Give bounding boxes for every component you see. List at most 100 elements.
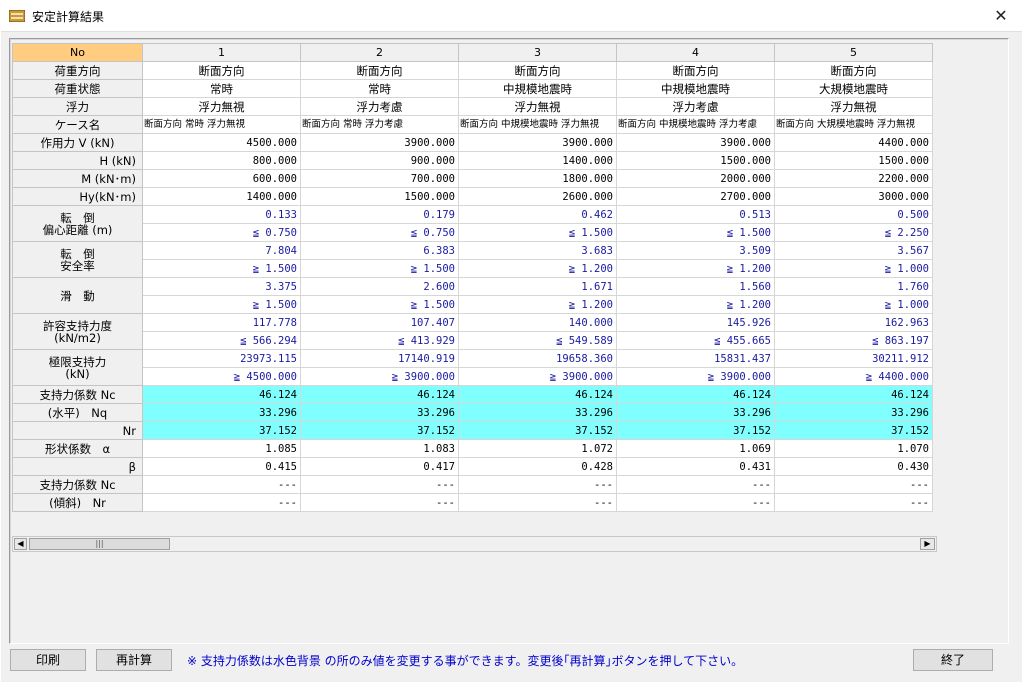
column-header[interactable]: 3 xyxy=(458,43,617,62)
table-cell[interactable]: 46.124 xyxy=(616,385,775,404)
table-cell: 15831.437 xyxy=(616,349,775,368)
table-cell: 中規模地震時 xyxy=(616,79,775,98)
table-cell: ≦ 0.750 xyxy=(300,223,459,242)
table-cell: 30211.912 xyxy=(774,349,933,368)
table-cell[interactable]: 33.296 xyxy=(458,403,617,422)
column-header[interactable]: 5 xyxy=(774,43,933,62)
recalc-button[interactable]: 再計算 xyxy=(96,649,172,671)
table-cell: 3000.000 xyxy=(774,187,933,206)
table-cell[interactable]: 33.296 xyxy=(142,403,301,422)
column-header[interactable]: 4 xyxy=(616,43,775,62)
scroll-thumb[interactable]: ||| xyxy=(29,538,170,550)
table-cell: 700.000 xyxy=(300,169,459,188)
table-cell: 断面方向 xyxy=(142,61,301,80)
table-cell: 0.179 xyxy=(300,205,459,224)
table-row: 支持力係数 Nc 46.124 46.124 46.124 46.124 46.124 xyxy=(12,385,933,404)
row-header: 浮力 xyxy=(12,97,143,116)
table-cell: ≦ 413.929 xyxy=(300,331,459,350)
row-header: 極限支持力 (kN) xyxy=(12,349,143,386)
table-row: (水平) Nq 33.296 33.296 33.296 33.296 33.296 xyxy=(12,403,933,422)
table-cell: 断面方向 中規模地震時 浮力考慮 xyxy=(616,115,775,134)
results-grid[interactable]: No 1 2 3 4 5 荷重方向 断面方向 断面方向 断面方向 断面方向 断面方向 荷重状態 常時 常時中… xyxy=(12,43,937,535)
table-cell: ≧ 1.200 xyxy=(616,259,775,278)
table-cell: --- xyxy=(616,475,775,494)
table-cell: ≧ 3900.000 xyxy=(616,367,775,386)
table-cell: 162.963 xyxy=(774,313,933,332)
table-cell[interactable]: 33.296 xyxy=(774,403,933,422)
table-row: Nr 37.152 37.152 37.152 37.152 37.152 xyxy=(12,421,933,440)
scroll-right-icon[interactable]: ▶ xyxy=(920,538,935,550)
table-cell: 0.431 xyxy=(616,457,775,476)
table-cell: ≦ 1.500 xyxy=(616,223,775,242)
table-cell: 2000.000 xyxy=(616,169,775,188)
table-cell[interactable]: 37.152 xyxy=(774,421,933,440)
table-cell[interactable]: 37.152 xyxy=(616,421,775,440)
table-cell: 600.000 xyxy=(142,169,301,188)
table-cell: ≧ 1.500 xyxy=(142,295,301,314)
table-row: 転 倒 偏心距離 (m) 0.133 0.179 0.462 0.513 0.500 xyxy=(12,205,933,242)
column-header-no[interactable]: No xyxy=(12,43,143,62)
dialog-client: No 1 2 3 4 5 荷重方向 断面方向 断面方向 断面方向 断面方向 断面方向 荷重状態 常時 常時中… xyxy=(1,31,1022,682)
table-row: 滑 動 3.375 2.600 1.671 1.560 1.760 xyxy=(12,277,933,314)
table-cell: ≧ 1.000 xyxy=(774,295,933,314)
table-row: ≧ 4500.000 ≧ 3900.000 ≧ 3900.000 ≧ 3900.000… xyxy=(13,367,933,386)
table-cell: 1500.000 xyxy=(616,151,775,170)
row-header: Nr xyxy=(12,421,143,440)
horizontal-scrollbar[interactable]: ◀ ||| ▶ xyxy=(12,536,937,552)
table-row: 浮力 浮力無視 浮力考慮 浮力無視 浮力考慮 浮力無視 xyxy=(12,97,933,116)
table-cell[interactable]: 37.152 xyxy=(458,421,617,440)
table-cell[interactable]: 46.124 xyxy=(774,385,933,404)
table-cell[interactable]: 46.124 xyxy=(300,385,459,404)
table-row: ≦ 566.294 ≦ 413.929 ≦ 549.589 ≦ 455.665 ≦ 86… xyxy=(13,331,933,350)
app-icon xyxy=(9,10,25,22)
table-cell: ≦ 2.250 xyxy=(774,223,933,242)
table-cell: ≦ 566.294 xyxy=(142,331,301,350)
table-cell[interactable]: 33.296 xyxy=(300,403,459,422)
table-cell: 断面方向 常時 浮力考慮 xyxy=(300,115,459,134)
help-note: ※ 支持力係数は水色背景 の所のみ値を変更する事ができます。変更後｢再計算｣ボタ… xyxy=(187,654,744,668)
scroll-left-icon[interactable]: ◀ xyxy=(14,538,27,550)
table-cell: 3.375 xyxy=(142,277,301,296)
table-cell: 800.000 xyxy=(142,151,301,170)
row-header: Hy(kN･m) xyxy=(12,187,143,206)
close-button[interactable]: ✕ xyxy=(978,0,1024,31)
table-row: 極限支持力 (kN) 23973.115 17140.919 19658.360 158… xyxy=(12,349,933,386)
table-cell: ≧ 4400.000 xyxy=(774,367,933,386)
table-cell: 1400.000 xyxy=(142,187,301,206)
table-row: 支持力係数 Nc --- --- --- --- --- xyxy=(12,475,933,494)
table-cell: 107.407 xyxy=(300,313,459,332)
table-cell: 0.133 xyxy=(142,205,301,224)
results-table: No 1 2 3 4 5 荷重方向 断面方向 断面方向 断面方向 断面方向 断面方向 荷重状態 常時 常時中… xyxy=(12,43,933,512)
row-header: ケース名 xyxy=(12,115,143,134)
table-cell: 1.560 xyxy=(616,277,775,296)
table-cell: ≧ 4500.000 xyxy=(142,367,301,386)
table-cell: 1.083 xyxy=(300,439,459,458)
table-cell[interactable]: 33.296 xyxy=(616,403,775,422)
table-cell: 0.417 xyxy=(300,457,459,476)
table-cell: 4500.000 xyxy=(142,133,301,152)
print-button[interactable]: 印刷 xyxy=(10,649,86,671)
table-cell[interactable]: 46.124 xyxy=(142,385,301,404)
table-row: 荷重状態 常時 常時 中規模地震時 中規模地震時 大規模地震時 xyxy=(12,79,933,98)
window-title: 安定計算結果 xyxy=(32,10,105,24)
table-cell: 140.000 xyxy=(458,313,617,332)
table-cell: 断面方向 xyxy=(616,61,775,80)
table-cell: --- xyxy=(142,493,301,512)
table-cell: 0.430 xyxy=(774,457,933,476)
table-row: ≦ 0.750 ≦ 0.750 ≦ 1.500 ≦ 1.500 ≦ 2.250 xyxy=(13,223,933,242)
table-cell[interactable]: 37.152 xyxy=(142,421,301,440)
exit-button[interactable]: 終了 xyxy=(913,649,993,671)
table-cell: ≦ 455.665 xyxy=(616,331,775,350)
table-cell: 1400.000 xyxy=(458,151,617,170)
table-cell: --- xyxy=(458,475,617,494)
table-cell: 6.383 xyxy=(300,241,459,260)
column-header[interactable]: 2 xyxy=(300,43,459,62)
table-cell: 19658.360 xyxy=(458,349,617,368)
table-cell[interactable]: 37.152 xyxy=(300,421,459,440)
table-row: 許容支持力度 (kN/m2) 117.778 107.407 140.000 145.9… xyxy=(12,313,933,350)
table-cell[interactable]: 46.124 xyxy=(458,385,617,404)
table-cell: 中規模地震時 xyxy=(458,79,617,98)
column-header[interactable]: 1 xyxy=(142,43,301,62)
table-cell: 1.760 xyxy=(774,277,933,296)
table-cell: 浮力無視 xyxy=(458,97,617,116)
